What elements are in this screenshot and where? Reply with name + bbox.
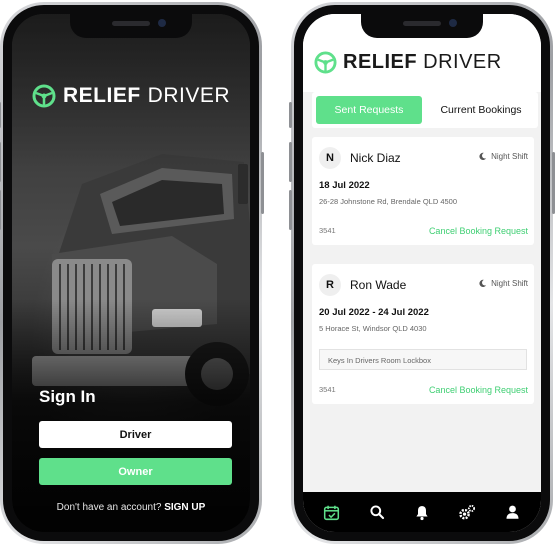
booking-address: 5 Horace St, Windsor QLD 4030 xyxy=(319,324,427,333)
tab-sent-requests[interactable]: Sent Requests xyxy=(316,96,422,124)
avatar: R xyxy=(319,274,341,296)
owner-button[interactable]: Owner xyxy=(39,458,232,485)
sign-in-heading: Sign In xyxy=(39,387,96,406)
brand-name-light: DRIVER xyxy=(423,51,502,73)
booking-request-card: N Nick Diaz Night Shift 18 Jul 2022 26-2… xyxy=(312,137,534,245)
shift-badge: Night Shift xyxy=(478,152,528,161)
brand-logo: RELIEF DRIVER xyxy=(314,51,502,74)
booking-note: Keys In Drivers Room Lockbox xyxy=(319,349,527,370)
volume-up-button xyxy=(0,142,1,182)
mute-switch xyxy=(0,102,1,128)
shift-label: Night Shift xyxy=(491,279,528,288)
nav-profile[interactable] xyxy=(501,501,523,523)
search-icon xyxy=(370,505,384,520)
power-button xyxy=(261,152,264,214)
booking-address: 26-28 Johnstone Rd, Brendale QLD 4500 xyxy=(319,197,458,206)
bottom-nav xyxy=(303,492,541,532)
mockup-stage: RELIEF DRIVER Sign In Driver Owner Don't… xyxy=(0,0,556,546)
nav-notifications[interactable] xyxy=(411,501,433,523)
brand-name-bold: RELIEF xyxy=(343,51,418,73)
bell-icon xyxy=(416,505,428,520)
brand-name-bold: RELIEF xyxy=(62,84,141,107)
volume-down-button xyxy=(289,190,292,230)
nav-calendar[interactable] xyxy=(321,501,343,523)
booking-reference: 3541 xyxy=(319,385,336,394)
gears-icon xyxy=(459,504,476,519)
steering-wheel-icon xyxy=(32,84,56,108)
volume-up-button xyxy=(289,142,292,182)
moon-icon xyxy=(479,279,487,288)
mute-switch xyxy=(289,102,292,128)
brand-logo: RELIEF DRIVER xyxy=(12,84,250,108)
volume-down-button xyxy=(0,190,1,230)
tab-bar: Sent Requests Current Bookings xyxy=(312,92,538,128)
booking-date: 20 Jul 2022 - 24 Jul 2022 xyxy=(319,307,429,318)
driver-button[interactable]: Driver xyxy=(39,421,232,448)
user-icon xyxy=(506,505,519,519)
tab-current-bookings[interactable]: Current Bookings xyxy=(428,96,534,124)
driver-name: Nick Diaz xyxy=(350,151,401,165)
calendar-icon xyxy=(324,505,340,520)
shift-badge: Night Shift xyxy=(478,279,528,288)
steering-wheel-icon xyxy=(314,51,337,74)
booking-reference: 3541 xyxy=(319,226,336,235)
moon-icon xyxy=(479,152,487,161)
nav-search[interactable] xyxy=(366,501,388,523)
booking-date: 18 Jul 2022 xyxy=(319,180,370,191)
notch xyxy=(361,14,483,38)
phone-frame-left: RELIEF DRIVER Sign In Driver Owner Don't… xyxy=(0,2,264,544)
cancel-booking-request-link[interactable]: Cancel Booking Request xyxy=(429,385,528,395)
driver-name: Ron Wade xyxy=(350,278,407,292)
cancel-booking-request-link[interactable]: Cancel Booking Request xyxy=(429,226,528,236)
brand-name-light: DRIVER xyxy=(147,84,231,107)
signup-link[interactable]: SIGN UP xyxy=(164,502,205,513)
power-button xyxy=(552,152,555,214)
booking-request-card: R Ron Wade Night Shift 20 Jul 2022 - 24 … xyxy=(312,264,534,404)
requests-screen: RELIEF DRIVER Sent Requests Current Book… xyxy=(303,14,541,532)
signup-prompt-text: Don't have an account? xyxy=(56,502,162,513)
phone-frame-right: RELIEF DRIVER Sent Requests Current Book… xyxy=(289,2,555,544)
shift-label: Night Shift xyxy=(491,152,528,161)
login-screen: RELIEF DRIVER Sign In Driver Owner Don't… xyxy=(12,14,250,532)
signup-prompt: Don't have an account? SIGN UP xyxy=(12,502,250,513)
nav-settings[interactable] xyxy=(456,501,478,523)
notch xyxy=(70,14,192,38)
avatar: N xyxy=(319,147,341,169)
